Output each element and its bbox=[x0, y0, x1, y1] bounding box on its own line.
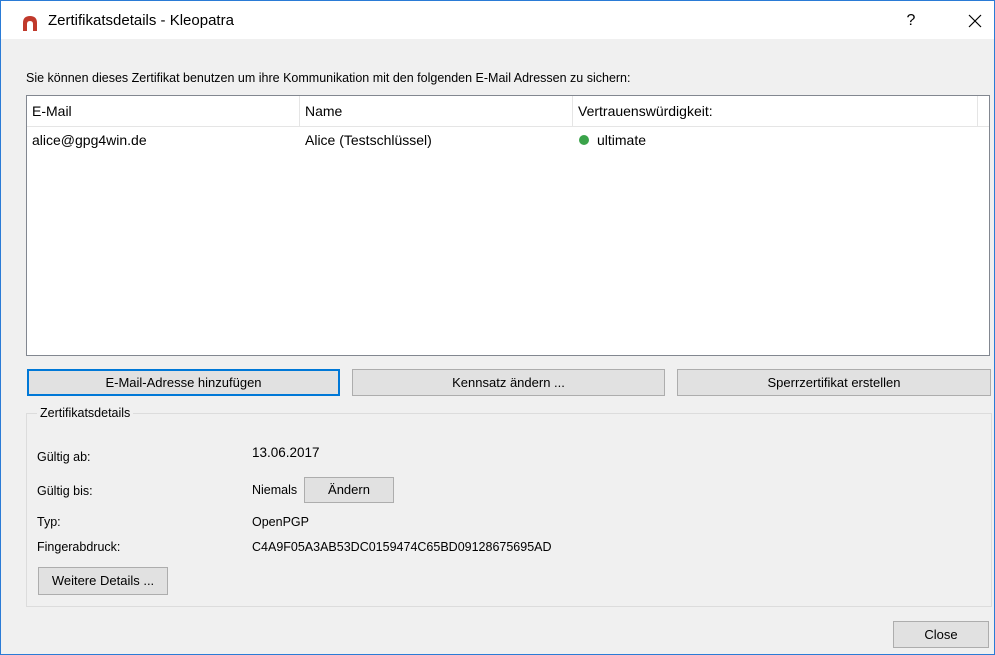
valid-until-label: Gültig bis: bbox=[37, 484, 93, 498]
column-header-name[interactable]: Name bbox=[300, 96, 573, 126]
email-table[interactable]: E-Mail Name Vertrauenswürdigkeit: alice@… bbox=[26, 95, 990, 356]
table-header: E-Mail Name Vertrauenswürdigkeit: bbox=[27, 96, 989, 127]
cell-name: Alice (Testschlüssel) bbox=[305, 132, 432, 148]
details-group bbox=[26, 413, 992, 607]
kleopatra-icon bbox=[21, 15, 39, 33]
trust-label: ultimate bbox=[597, 132, 647, 148]
title-bar: Zertifikatsdetails - Kleopatra ? bbox=[1, 1, 994, 39]
intro-text: Sie können dieses Zertifikat benutzen um… bbox=[26, 71, 631, 85]
table-row[interactable]: alice@gpg4win.de Alice (Testschlüssel) u… bbox=[27, 127, 989, 153]
valid-from-value: 13.06.2017 bbox=[252, 445, 320, 460]
details-group-title: Zertifikatsdetails bbox=[37, 406, 134, 420]
close-button[interactable]: Close bbox=[893, 621, 989, 648]
help-button[interactable]: ? bbox=[896, 9, 926, 33]
column-header-trust[interactable]: Vertrauenswürdigkeit: bbox=[573, 96, 978, 126]
add-email-button[interactable]: E-Mail-Adresse hinzufügen bbox=[27, 369, 340, 396]
valid-from-label: Gültig ab: bbox=[37, 450, 91, 464]
change-passphrase-button[interactable]: Kennsatz ändern ... bbox=[352, 369, 665, 396]
more-details-button[interactable]: Weitere Details ... bbox=[38, 567, 168, 595]
dialog-window: Zertifikatsdetails - Kleopatra ? Sie kön… bbox=[0, 0, 995, 655]
change-expiry-button[interactable]: Ändern bbox=[304, 477, 394, 503]
valid-until-value: Niemals bbox=[252, 483, 298, 497]
fingerprint-label: Fingerabdruck: bbox=[37, 540, 121, 554]
create-revocation-button[interactable]: Sperrzertifikat erstellen bbox=[677, 369, 991, 396]
cell-email: alice@gpg4win.de bbox=[32, 132, 147, 148]
fingerprint-value: C4A9F05A3AB53DC0159474C65BD09128675695AD bbox=[252, 540, 552, 554]
cell-trust: ultimate bbox=[573, 127, 978, 153]
check-circle-icon bbox=[579, 135, 589, 146]
window-title: Zertifikatsdetails - Kleopatra bbox=[48, 12, 234, 29]
close-icon[interactable] bbox=[961, 9, 989, 33]
column-header-email[interactable]: E-Mail bbox=[27, 96, 300, 126]
type-label: Typ: bbox=[37, 515, 61, 529]
type-value: OpenPGP bbox=[252, 515, 309, 529]
